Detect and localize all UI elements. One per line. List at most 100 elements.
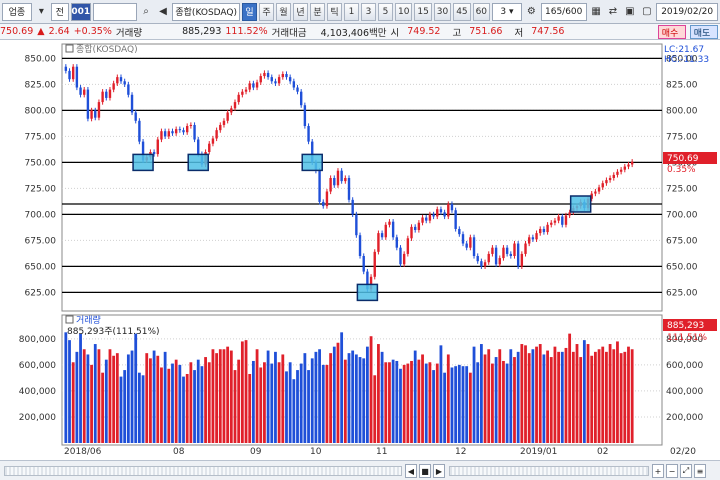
interval-button-5[interactable]: 5 (378, 2, 394, 21)
interval-select-value: 3 (500, 6, 507, 17)
interval-button-60[interactable]: 60 (472, 2, 490, 21)
interval-button-10[interactable]: 10 (395, 2, 413, 21)
candle-body (90, 110, 93, 119)
candle-body (299, 91, 303, 106)
candle-body (425, 217, 428, 221)
candle-body (399, 247, 402, 265)
period-day-label: 일 (245, 8, 254, 18)
volume-value: 885,293 (182, 26, 222, 37)
period-button-minute[interactable]: 분 (310, 2, 326, 21)
gear-icon[interactable]: ⚙ (524, 3, 539, 21)
candle-body (447, 204, 450, 217)
period-year-label: 년 (296, 8, 305, 18)
interval-button-15[interactable]: 15 (414, 2, 432, 21)
zoom-fit-icon[interactable]: ⤢ (680, 464, 692, 478)
sell-button[interactable]: 매도 (690, 25, 718, 39)
stock-chart[interactable]: 625.00 625.00 650.00 650.00 675.00 675.00 700.… (0, 40, 720, 460)
period-button-tick[interactable]: 틱 (327, 2, 343, 21)
menu-icon[interactable]: ≡ (694, 464, 706, 478)
price-tick-label-right: 825.00 (666, 80, 698, 90)
volume-bar (575, 344, 579, 443)
candle-body (178, 129, 182, 131)
speaker-icon[interactable]: ◀ (155, 3, 170, 21)
volume-bar (354, 354, 358, 443)
screen-icon[interactable]: ▢ (639, 3, 654, 21)
volume-bar (156, 355, 160, 443)
candle-body (564, 215, 568, 225)
price-tick-label-left: 675.00 (25, 236, 57, 246)
dropdown-icon[interactable]: ▾ (34, 3, 49, 21)
volume-bar (68, 340, 71, 443)
swap-icon[interactable]: ⇄ (606, 3, 621, 21)
zoom-out-icon[interactable]: − (666, 464, 678, 478)
candle-body (237, 94, 240, 103)
code-field-blank[interactable] (92, 2, 137, 21)
period-button-year[interactable]: 년 (293, 2, 309, 21)
period-button-week[interactable]: 주 (259, 2, 275, 21)
interval-button-45[interactable]: 45 (453, 2, 471, 21)
candle-body (355, 214, 358, 236)
price-tick-label-right: 675.00 (666, 236, 698, 246)
code-input[interactable]: 001 (70, 2, 91, 21)
volume-bar (465, 366, 469, 443)
candle-body (465, 243, 468, 248)
x-label-08: 08 (173, 447, 185, 457)
interval-45-label: 45 (456, 6, 468, 17)
candle-body (542, 228, 546, 233)
volume-bar (281, 354, 285, 443)
price-tick-label-left: 800.00 (25, 106, 57, 116)
amount-value: 4,103,406백만 (320, 27, 387, 39)
search-icon[interactable]: ⌕ (139, 3, 154, 21)
interval-10-label: 10 (398, 6, 410, 17)
candle-body (384, 224, 387, 238)
stop-icon[interactable]: ■ (419, 464, 431, 478)
volume-bar (130, 350, 134, 443)
period-select[interactable]: 전 (50, 2, 69, 21)
volume-bar (538, 344, 542, 443)
candle-body (219, 124, 222, 131)
period-button-day[interactable]: 일 (242, 2, 258, 21)
zoom-in-icon[interactable]: + (652, 464, 664, 478)
grid-icon[interactable]: ▦ (589, 3, 604, 21)
scroll-next-icon[interactable]: ▶ (433, 464, 445, 478)
candle-body (388, 221, 391, 225)
volume-bar (340, 332, 344, 443)
zoom-track[interactable] (449, 466, 649, 476)
category-select[interactable]: 업종 (2, 2, 32, 21)
candle-body (288, 77, 292, 82)
volume-bar (365, 346, 369, 443)
candle-body (377, 233, 380, 252)
date-field[interactable]: 2019/02/20 (656, 2, 718, 21)
candle-body (491, 247, 494, 254)
interval-button-1[interactable]: 1 (344, 2, 360, 21)
volume-bar (524, 345, 527, 443)
period-button-month[interactable]: 월 (276, 2, 292, 21)
volume-bar (472, 346, 476, 443)
candle-body (509, 253, 513, 256)
candle-body (550, 222, 553, 225)
price-tick-label-left: 625.00 (25, 288, 57, 298)
interval-button-30[interactable]: 30 (433, 2, 452, 21)
candle-body (105, 91, 108, 98)
volume-bar (303, 353, 307, 443)
scrollbar-track[interactable] (4, 466, 402, 476)
period-label: 전 (55, 8, 64, 18)
interval-button-3[interactable]: 3 (361, 2, 377, 21)
candle-body (527, 237, 531, 244)
scroll-prev-icon[interactable]: ◀ (405, 464, 417, 478)
volume-bar (369, 336, 373, 443)
candle-body (174, 129, 178, 134)
period-minute-label: 분 (313, 8, 322, 18)
volume-bar (358, 357, 362, 443)
candle-body (134, 112, 137, 121)
volume-bar (443, 372, 447, 443)
save-icon[interactable]: ▣ (622, 3, 637, 21)
buy-button[interactable]: 매수 (658, 25, 686, 39)
count-field[interactable]: 165/600 (540, 2, 587, 21)
interval-select[interactable]: 3 ▾ (492, 2, 522, 21)
volume-legend-box-icon (65, 315, 74, 324)
candle-body (539, 228, 542, 234)
candle-body (75, 66, 79, 88)
candle-body (612, 174, 615, 178)
volume-bar (108, 349, 112, 443)
